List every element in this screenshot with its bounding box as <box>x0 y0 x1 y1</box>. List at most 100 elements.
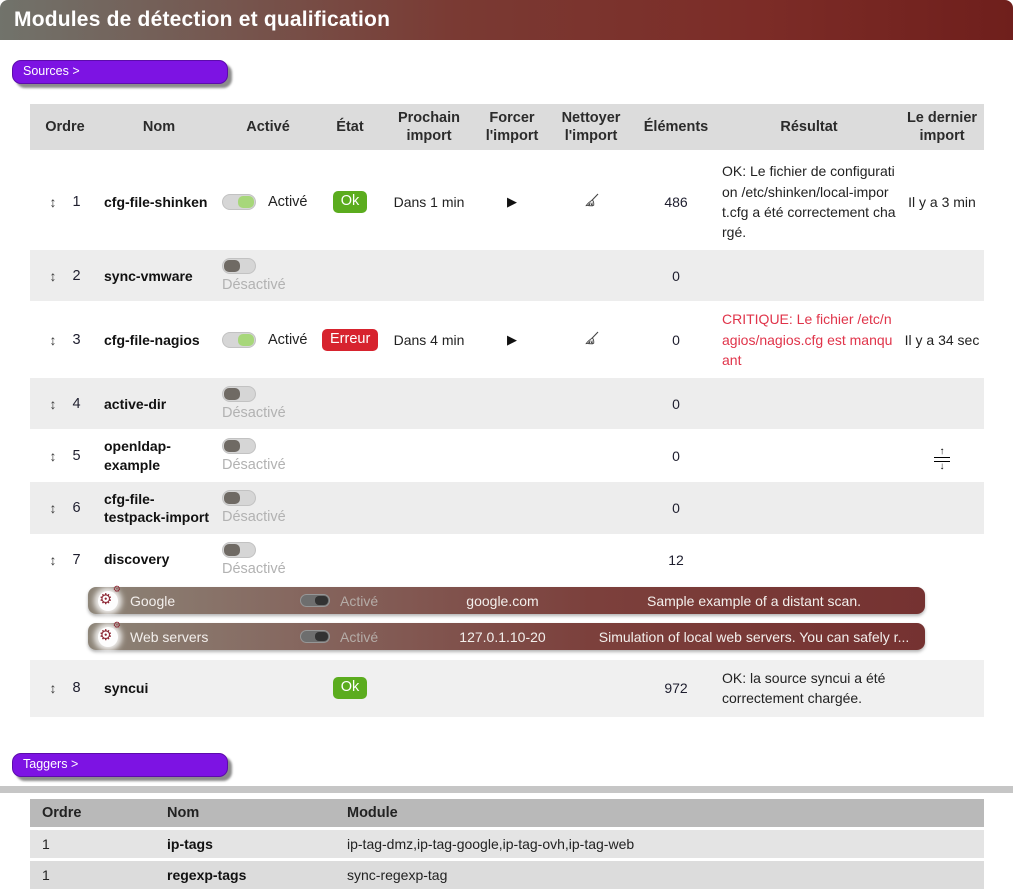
result-text-error: CRITIQUE: Le fichier /etc/nagios/nagios.… <box>722 311 892 368</box>
tagger-name: ip-tags <box>155 828 335 859</box>
table-row-discovery: ↕7 discovery Désactivé 12 <box>30 534 984 585</box>
drag-handle-icon[interactable]: ↕ <box>49 500 56 516</box>
drag-handle-icon[interactable]: ↕ <box>49 448 56 464</box>
col-header-ordre: Ordre <box>30 104 100 152</box>
col-header-resultat: Résultat <box>718 104 900 152</box>
source-name: cfg-file-shinken <box>100 152 218 251</box>
col-header-prochain-import: Prochain import <box>382 104 476 152</box>
order-number: 4 <box>72 396 80 412</box>
toggle-knob <box>224 492 240 504</box>
tagger-row-regexp-tags: 1 regexp-tags sync-regexp-tag <box>30 859 984 890</box>
scan-enabled-toggle[interactable] <box>300 594 330 607</box>
page-header: Modules de détection et qualification <box>0 0 1013 40</box>
last-import: Il y a 3 min <box>900 152 984 251</box>
toggle-label: Désactivé <box>222 457 314 473</box>
enabled-toggle[interactable] <box>222 542 256 558</box>
enabled-toggle[interactable] <box>222 386 256 402</box>
scan-toggle-label: Activé <box>340 629 410 645</box>
toggle-knob <box>315 632 328 641</box>
toggle-label: Désactivé <box>222 509 314 525</box>
col-header-elements: Éléments <box>634 104 718 152</box>
scan-enabled-toggle[interactable] <box>300 630 330 643</box>
drag-handle-icon[interactable]: ↕ <box>49 552 56 568</box>
next-import: Dans 4 min <box>382 301 476 378</box>
order-number: 6 <box>72 500 80 516</box>
scan-row-web-servers[interactable]: ⚙⚙ Web servers Activé 127.0.1.10-20 Simu… <box>88 623 925 650</box>
col-header-active: Activé <box>218 104 318 152</box>
order-number: 2 <box>72 268 80 284</box>
scan-description: Sample example of a distant scan. <box>595 593 925 609</box>
elements-count: 0 <box>634 301 718 378</box>
enabled-toggle[interactable] <box>222 332 256 348</box>
scan-target: google.com <box>410 593 595 609</box>
col-header-module: Module <box>335 799 984 829</box>
result-text: OK: Le fichier de configuration /etc/shi… <box>718 152 900 251</box>
table-row-syncui: ↕8 syncui Ok 972 OK: la source syncui a … <box>30 660 984 717</box>
scan-name: Google <box>130 593 300 609</box>
drag-handle-icon[interactable]: ↕ <box>49 332 56 348</box>
col-header-dernier-import: Le dernier import <box>900 104 984 152</box>
force-import-button[interactable]: ▶ <box>507 194 517 210</box>
taggers-table: Ordre Nom Module 1 ip-tags ip-tag-dmz,ip… <box>30 799 984 892</box>
toggle-knob <box>224 260 240 272</box>
drag-handle-icon[interactable]: ↕ <box>49 680 56 696</box>
toggle-label: Désactivé <box>222 277 314 293</box>
drag-handle-icon[interactable]: ↕ <box>49 194 56 210</box>
elements-count: 486 <box>634 152 718 251</box>
taggers-section-button[interactable]: Taggers > <box>12 753 228 777</box>
last-import: Il y a 34 sec <box>900 301 984 378</box>
result-text: OK: la source syncui a été correctement … <box>718 660 900 717</box>
tagger-order: 1 <box>30 828 155 859</box>
col-header-forcer-import: Forcer l'import <box>476 104 548 152</box>
table-row-cfg-file-shinken: ↕1 cfg-file-shinken Activé Ok Dans 1 min… <box>30 152 984 251</box>
toggle-label: Activé <box>268 194 308 210</box>
gears-icon: ⚙⚙ <box>98 591 118 611</box>
toggle-knob <box>224 388 240 400</box>
drag-handle-icon[interactable]: ↕ <box>49 268 56 284</box>
enabled-toggle[interactable] <box>222 490 256 506</box>
table-row-cfg-file-nagios: ↕3 cfg-file-nagios Activé Erreur Dans 4 … <box>30 301 984 378</box>
next-import: Dans 1 min <box>382 152 476 251</box>
elements-count: 0 <box>634 250 718 301</box>
scan-toggle-label: Activé <box>340 593 410 609</box>
status-badge-ok: Ok <box>333 677 368 699</box>
source-name: cfg-file-nagios <box>100 301 218 378</box>
clean-import-button[interactable] <box>583 330 600 350</box>
order-number: 8 <box>72 680 80 696</box>
tagger-module: ip-tag-dmz,ip-tag-google,ip-tag-ovh,ip-t… <box>335 828 984 859</box>
toggle-knob <box>224 544 240 556</box>
col-header-ordre: Ordre <box>30 799 155 829</box>
toggle-knob <box>224 440 240 452</box>
enabled-toggle[interactable] <box>222 258 256 274</box>
taggers-header-row: Ordre Nom Module <box>30 799 984 829</box>
scan-row-google[interactable]: ⚙⚙ Google Activé google.com Sample examp… <box>88 587 925 614</box>
table-row-cfg-file-testpack-import: ↕6 cfg-file-testpack-import Désactivé 0 <box>30 482 984 534</box>
table-row-openldap-example: ↕5 openldap-example Désactivé 0 ↑↓ <box>30 429 984 481</box>
sources-header-row: Ordre Nom Activé État Prochain import Fo… <box>30 104 984 152</box>
page-title: Modules de détection et qualification <box>14 8 390 32</box>
clean-import-button[interactable] <box>583 192 600 212</box>
source-name: sync-vmware <box>100 250 218 301</box>
broom-icon <box>583 335 600 350</box>
sources-section-button[interactable]: Sources > <box>12 60 228 84</box>
sources-table: Ordre Nom Activé État Prochain import Fo… <box>30 104 984 717</box>
col-header-etat: État <box>318 104 382 152</box>
enabled-toggle[interactable] <box>222 194 256 210</box>
order-number: 7 <box>72 552 80 568</box>
force-import-button[interactable]: ▶ <box>507 332 517 348</box>
source-name: openldap-example <box>100 429 218 481</box>
source-name: cfg-file-testpack-import <box>100 482 218 534</box>
enabled-toggle[interactable] <box>222 438 256 454</box>
elements-count: 12 <box>634 534 718 585</box>
footer-divider <box>0 786 1013 793</box>
toggle-label: Désactivé <box>222 405 314 421</box>
discovery-scan-rows: ⚙⚙ Google Activé google.com Sample examp… <box>30 585 984 660</box>
toggle-label: Activé <box>268 332 308 348</box>
tagger-name: regexp-tags <box>155 859 335 890</box>
drag-handle-icon[interactable]: ↕ <box>49 396 56 412</box>
order-number: 3 <box>72 332 80 348</box>
toggle-knob <box>238 334 254 346</box>
toggle-knob <box>238 196 254 208</box>
elements-count: 972 <box>634 660 718 717</box>
tagger-module: sync-regexp-tag <box>335 859 984 890</box>
